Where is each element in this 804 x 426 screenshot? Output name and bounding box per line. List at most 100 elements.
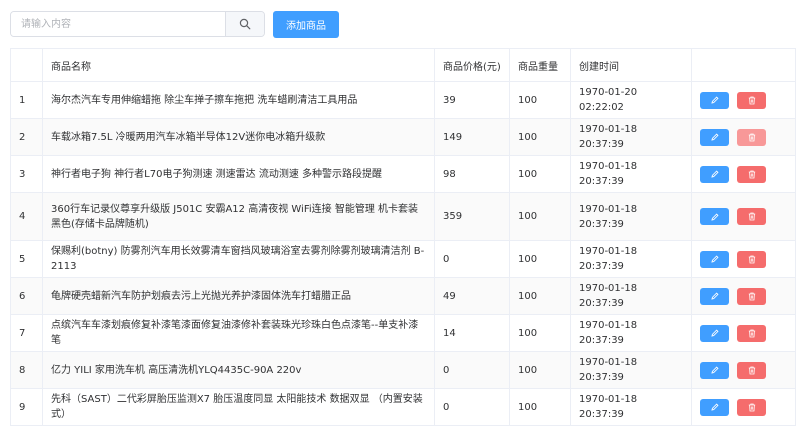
cell-weight: 100 bbox=[509, 155, 571, 193]
edit-button[interactable] bbox=[700, 208, 729, 225]
edit-button[interactable] bbox=[700, 324, 729, 342]
cell-created: 1970-01-18 20:37:39 bbox=[570, 314, 692, 352]
table-row: 9 先科（SAST）二代彩屏胎压监测X7 胎压温度同显 太阳能技术 数据双显 （… bbox=[10, 388, 796, 426]
table-row: 4 360行车记录仪尊享升级版 J501C 安霸A12 高清夜视 WiFi连接 … bbox=[10, 192, 796, 241]
cell-name: 先科（SAST）二代彩屏胎压监测X7 胎压温度同显 太阳能技术 数据双显 （内置… bbox=[42, 388, 435, 426]
delete-button[interactable] bbox=[737, 128, 766, 146]
edit-icon bbox=[710, 403, 719, 411]
header-actions bbox=[691, 48, 796, 82]
trash-icon bbox=[748, 133, 756, 142]
add-product-button[interactable]: 添加商品 bbox=[273, 10, 339, 38]
delete-button[interactable] bbox=[737, 91, 766, 109]
edit-icon bbox=[710, 170, 719, 178]
trash-icon bbox=[748, 170, 756, 179]
header-price: 商品价格(元) bbox=[434, 48, 510, 82]
delete-button[interactable] bbox=[737, 324, 766, 342]
table-row: 6 龟牌硬壳蜡新汽车防护划痕去污上光抛光养护漆固体洗车打蜡腊正品 49 100 … bbox=[10, 277, 796, 315]
delete-button[interactable] bbox=[737, 250, 766, 268]
cell-price: 14 bbox=[434, 314, 510, 352]
delete-button[interactable] bbox=[737, 165, 766, 183]
cell-index: 1 bbox=[10, 81, 43, 119]
cell-index: 9 bbox=[10, 388, 43, 426]
header-created: 创建时间 bbox=[570, 48, 692, 82]
delete-button[interactable] bbox=[737, 208, 766, 225]
cell-price: 98 bbox=[434, 155, 510, 193]
cell-created: 1970-01-18 20:37:39 bbox=[570, 388, 692, 426]
cell-created: 1970-01-18 20:37:39 bbox=[570, 240, 692, 278]
cell-actions bbox=[691, 314, 796, 352]
cell-index: 3 bbox=[10, 155, 43, 193]
cell-actions bbox=[691, 277, 796, 315]
header-index bbox=[10, 48, 43, 82]
cell-created: 1970-01-18 20:37:39 bbox=[570, 351, 692, 389]
cell-name: 360行车记录仪尊享升级版 J501C 安霸A12 高清夜视 WiFi连接 智能… bbox=[42, 192, 435, 241]
edit-button[interactable] bbox=[700, 398, 729, 416]
edit-button[interactable] bbox=[700, 91, 729, 109]
cell-price: 0 bbox=[434, 351, 510, 389]
header-name: 商品名称 bbox=[42, 48, 435, 82]
edit-icon bbox=[710, 133, 719, 141]
delete-button[interactable] bbox=[737, 398, 766, 416]
cell-weight: 100 bbox=[509, 351, 571, 389]
edit-icon bbox=[710, 366, 719, 374]
cell-actions bbox=[691, 81, 796, 119]
trash-icon bbox=[748, 292, 756, 301]
product-table: 商品名称 商品价格(元) 商品重量 创建时间 1 海尔杰汽车专用伸缩蜡拖 除尘车… bbox=[10, 48, 796, 426]
edit-icon bbox=[710, 212, 719, 221]
cell-price: 149 bbox=[434, 118, 510, 156]
cell-price: 359 bbox=[434, 192, 510, 241]
header-weight: 商品重量 bbox=[509, 48, 571, 82]
toolbar: 添加商品 bbox=[10, 10, 339, 38]
cell-weight: 100 bbox=[509, 118, 571, 156]
search-button[interactable] bbox=[225, 12, 264, 36]
cell-actions bbox=[691, 155, 796, 193]
search-box bbox=[10, 11, 265, 37]
edit-button[interactable] bbox=[700, 128, 729, 146]
cell-weight: 100 bbox=[509, 277, 571, 315]
cell-name: 神行者电子狗 神行者L70电子狗测速 测速雷达 流动测速 多种警示路段提醒 bbox=[42, 155, 435, 193]
cell-name: 龟牌硬壳蜡新汽车防护划痕去污上光抛光养护漆固体洗车打蜡腊正品 bbox=[42, 277, 435, 315]
cell-index: 7 bbox=[10, 314, 43, 352]
trash-icon bbox=[748, 366, 756, 375]
search-icon bbox=[239, 18, 251, 30]
trash-icon bbox=[748, 403, 756, 412]
trash-icon bbox=[748, 329, 756, 338]
edit-button[interactable] bbox=[700, 361, 729, 379]
edit-icon bbox=[710, 329, 719, 337]
cell-created: 1970-01-18 20:37:39 bbox=[570, 118, 692, 156]
cell-name: 海尔杰汽车专用伸缩蜡拖 除尘车掸子擦车拖把 洗车蜡刷清洁工具用品 bbox=[42, 81, 435, 119]
cell-actions bbox=[691, 118, 796, 156]
edit-button[interactable] bbox=[700, 165, 729, 183]
cell-actions bbox=[691, 388, 796, 426]
cell-created: 1970-01-20 02:22:02 bbox=[570, 81, 692, 119]
edit-button[interactable] bbox=[700, 250, 729, 268]
cell-actions bbox=[691, 351, 796, 389]
cell-actions bbox=[691, 240, 796, 278]
table-row: 5 保赐利(botny) 防雾剂汽车用长效雾清车窗挡风玻璃浴室去雾剂除雾剂玻璃清… bbox=[10, 240, 796, 278]
edit-icon bbox=[710, 292, 719, 300]
cell-created: 1970-01-18 20:37:39 bbox=[570, 155, 692, 193]
cell-name: 车载冰箱7.5L 冷暖两用汽车冰箱半导体12V迷你电冰箱升级款 bbox=[42, 118, 435, 156]
table-row: 1 海尔杰汽车专用伸缩蜡拖 除尘车掸子擦车拖把 洗车蜡刷清洁工具用品 39 10… bbox=[10, 81, 796, 119]
cell-name: 亿力 YILI 家用洗车机 高压清洗机YLQ4435C-90A 220v bbox=[42, 351, 435, 389]
cell-weight: 100 bbox=[509, 240, 571, 278]
trash-icon bbox=[748, 255, 756, 264]
cell-price: 39 bbox=[434, 81, 510, 119]
cell-weight: 100 bbox=[509, 314, 571, 352]
cell-index: 6 bbox=[10, 277, 43, 315]
cell-name: 保赐利(botny) 防雾剂汽车用长效雾清车窗挡风玻璃浴室去雾剂除雾剂玻璃清洁剂… bbox=[42, 240, 435, 278]
table-header-row: 商品名称 商品价格(元) 商品重量 创建时间 bbox=[10, 48, 796, 82]
edit-button[interactable] bbox=[700, 287, 729, 305]
delete-button[interactable] bbox=[737, 287, 766, 305]
cell-weight: 100 bbox=[509, 81, 571, 119]
cell-created: 1970-01-18 20:37:39 bbox=[570, 277, 692, 315]
cell-name: 点缤汽车车漆划痕修复补漆笔漆面修复油漆修补套装珠光珍珠白色点漆笔--单支补漆笔 bbox=[42, 314, 435, 352]
cell-price: 49 bbox=[434, 277, 510, 315]
delete-button[interactable] bbox=[737, 361, 766, 379]
cell-index: 5 bbox=[10, 240, 43, 278]
cell-created: 1970-01-18 20:37:39 bbox=[570, 192, 692, 241]
edit-icon bbox=[710, 255, 719, 263]
search-input[interactable] bbox=[11, 12, 225, 36]
table-row: 2 车载冰箱7.5L 冷暖两用汽车冰箱半导体12V迷你电冰箱升级款 149 10… bbox=[10, 118, 796, 156]
edit-icon bbox=[710, 96, 719, 104]
